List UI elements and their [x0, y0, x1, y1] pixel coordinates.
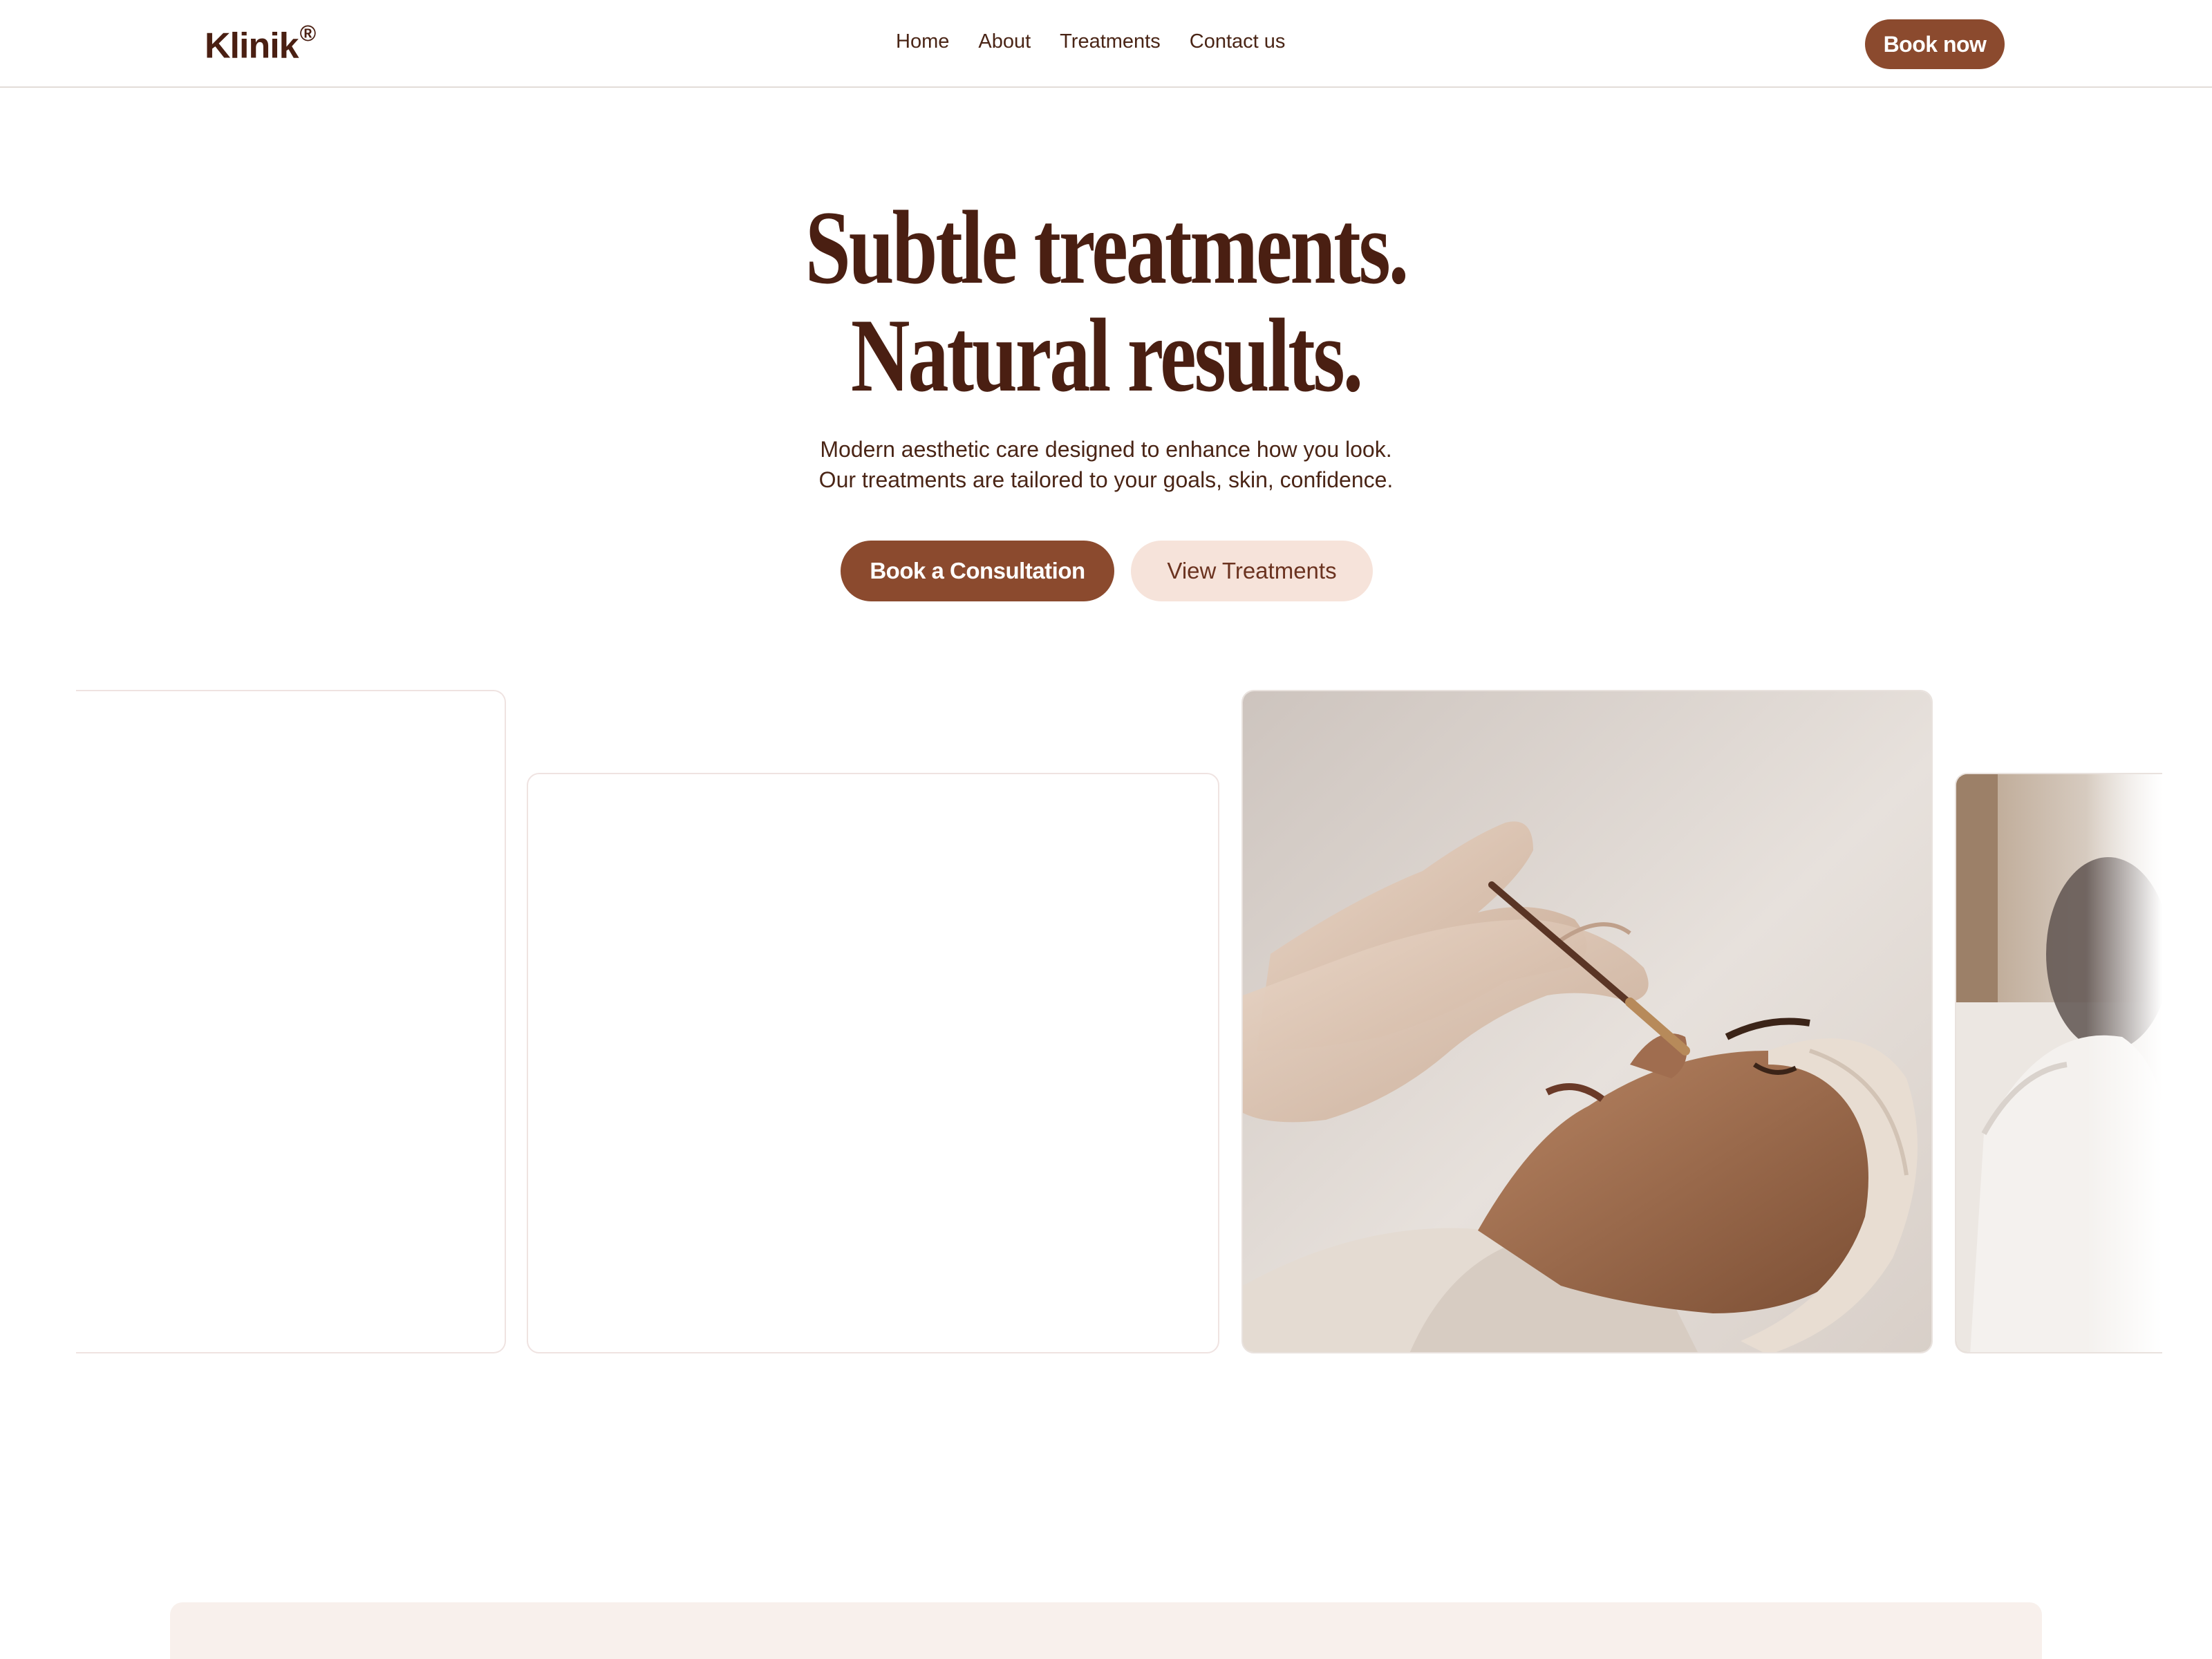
hero-subtitle-line-2: Our treatments are tailored to your goal…	[818, 467, 1394, 492]
nav-link-about[interactable]: About	[978, 30, 1031, 53]
brand-name: Klinik	[205, 26, 299, 66]
hero-subtitle-line-1: Modern aesthetic care designed to enhanc…	[820, 437, 1392, 462]
card-fade-overlay	[2086, 774, 2162, 1352]
hero-subtitle: Modern aesthetic care designed to enhanc…	[0, 434, 2212, 495]
nav-link-home[interactable]: Home	[896, 30, 949, 53]
gallery-card-2	[527, 773, 1219, 1353]
hero-title: Subtle treatments. Natural results.	[0, 194, 2212, 409]
treatment-photo-consultation	[1955, 773, 2162, 1353]
registered-mark: ®	[299, 21, 317, 46]
nav-link-contact[interactable]: Contact us	[1190, 30, 1286, 53]
brand-logo[interactable]: Klinik®	[205, 21, 316, 66]
hero-title-line-2: Natural results.	[850, 297, 1363, 413]
next-section-panel	[170, 1602, 2042, 1659]
hero-title-line-1: Subtle treatments.	[805, 189, 1409, 306]
card-fade-overlay	[76, 691, 242, 1352]
nav-link-treatments[interactable]: Treatments	[1060, 30, 1161, 53]
book-consultation-button[interactable]: Book a Consultation	[841, 541, 1114, 601]
treatment-photo-facial	[1241, 690, 1933, 1353]
top-nav: Klinik® Home About Treatments Contact us…	[0, 0, 2212, 88]
facial-treatment-image	[1243, 691, 1931, 1352]
gallery-card-1	[76, 690, 506, 1353]
nav-links: Home About Treatments Contact us	[896, 30, 1285, 53]
view-treatments-button[interactable]: View Treatments	[1131, 541, 1373, 601]
book-now-button[interactable]: Book now	[1865, 19, 2005, 69]
